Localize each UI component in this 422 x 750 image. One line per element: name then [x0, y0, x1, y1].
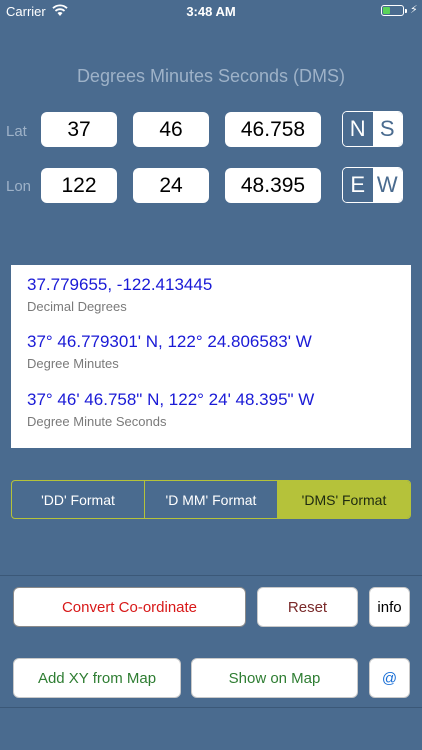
result-label: Decimal Degrees	[27, 299, 127, 314]
result-decimal-degrees: 37.779655, -122.413445 Decimal Degrees	[27, 275, 212, 314]
south-option[interactable]: S	[372, 112, 402, 146]
result-label: Degree Minutes	[27, 356, 119, 371]
north-option[interactable]: N	[343, 112, 373, 146]
charging-icon: ⚡	[410, 4, 418, 16]
add-xy-from-map-button[interactable]: Add XY from Map	[13, 658, 181, 698]
west-option[interactable]: W	[372, 168, 402, 202]
lat-seconds-field[interactable]: 46.758	[225, 112, 321, 147]
result-degree-minutes: 37° 46.779301' N, 122° 24.806583' W Degr…	[27, 332, 312, 371]
result-label: Degree Minute Seconds	[27, 414, 167, 429]
tab-dmm-format[interactable]: 'D MM' Format	[145, 481, 278, 518]
result-value: 37° 46.779301' N, 122° 24.806583' W	[27, 332, 312, 351]
lat-label: Lat	[6, 123, 27, 140]
lon-hemisphere-toggle[interactable]: E W	[342, 167, 403, 203]
status-time: 3:48 AM	[186, 4, 236, 19]
result-degree-minute-seconds: 37° 46' 46.758" N, 122° 24' 48.395" W De…	[27, 390, 314, 429]
convert-button[interactable]: Convert Co-ordinate	[13, 587, 246, 627]
results-panel: 37.779655, -122.413445 Decimal Degrees 3…	[11, 265, 411, 448]
result-value: 37.779655, -122.413445	[27, 275, 213, 294]
tab-dms-format[interactable]: 'DMS' Format	[278, 481, 410, 518]
lon-minutes-field[interactable]: 24	[133, 168, 209, 203]
lon-degrees-field[interactable]: 122	[41, 168, 117, 203]
lon-seconds-field[interactable]: 48.395	[225, 168, 321, 203]
show-on-map-button[interactable]: Show on Map	[191, 658, 358, 698]
reset-button[interactable]: Reset	[257, 587, 358, 627]
page-title: Degrees Minutes Seconds (DMS)	[76, 66, 346, 86]
action-panel: Convert Co-ordinate Reset info Add XY fr…	[0, 575, 422, 708]
battery-level	[383, 7, 391, 14]
battery-icon	[381, 5, 407, 16]
email-button[interactable]: @	[369, 658, 410, 698]
result-value: 37° 46' 46.758" N, 122° 24' 48.395" W	[27, 390, 315, 409]
east-option[interactable]: E	[343, 168, 373, 202]
info-button[interactable]: info	[369, 587, 410, 627]
tab-dd-format[interactable]: 'DD' Format	[12, 481, 145, 518]
format-segmented-control[interactable]: 'DD' Format 'D MM' Format 'DMS' Format	[11, 480, 411, 519]
lon-label: Lon	[6, 178, 32, 195]
lat-hemisphere-toggle[interactable]: N S	[342, 111, 403, 147]
lat-degrees-field[interactable]: 37	[41, 112, 117, 147]
lat-minutes-field[interactable]: 46	[133, 112, 209, 147]
status-bar: Carrier 3:48 AM ⚡	[0, 0, 422, 22]
